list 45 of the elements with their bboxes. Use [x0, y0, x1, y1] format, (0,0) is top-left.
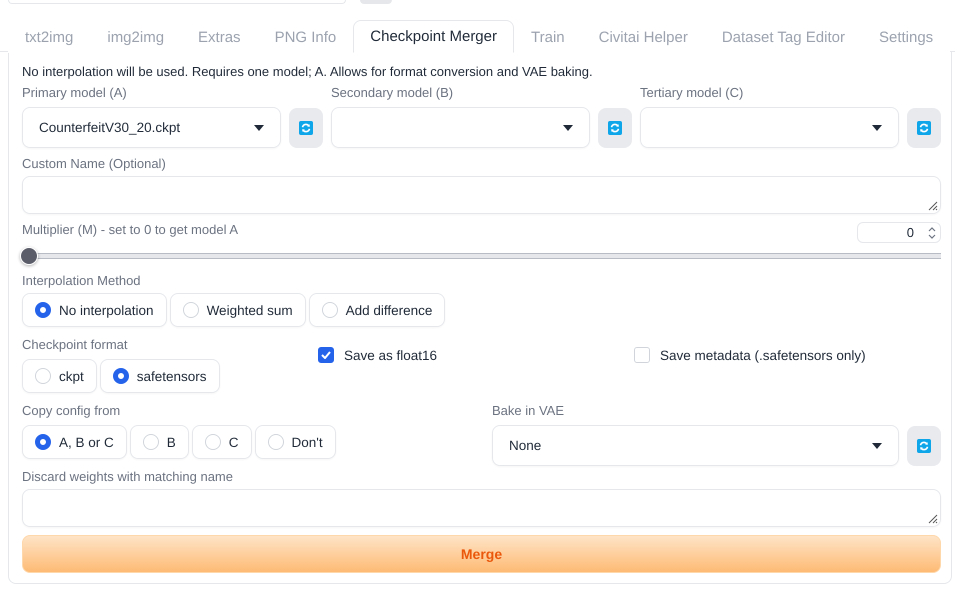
- dropdown-caret-icon: [254, 124, 264, 130]
- description-text: No interpolation will be used. Requires one model; A. Allows for format conversion and VAE baking.: [22, 64, 594, 79]
- field-label: Interpolation Method: [22, 272, 142, 290]
- refresh-icon: [917, 438, 931, 453]
- field-label: Custom Name (Optional): [22, 156, 167, 172]
- discard-weights-field[interactable]: [22, 489, 941, 527]
- field-label: Discard weights with matching name: [22, 469, 234, 486]
- field-label: Bake in VAE: [492, 403, 566, 420]
- checkbox-option[interactable]: Save metadata (.safetensors only): [634, 345, 941, 366]
- radio-option[interactable]: ckpt: [22, 359, 97, 394]
- radio-option[interactable]: Add difference: [308, 293, 446, 328]
- resize-grip-icon[interactable]: [926, 199, 938, 212]
- refresh-icon: [299, 120, 313, 134]
- resize-grip-icon[interactable]: [926, 512, 938, 524]
- field-label: Multiplier (M) - set to 0 to get model A: [22, 222, 238, 240]
- radio-option[interactable]: C: [192, 425, 252, 460]
- dropdown-caret-icon: [563, 124, 573, 130]
- refresh-icon: [608, 120, 622, 134]
- refresh-button[interactable]: [289, 108, 323, 148]
- checkmark-icon: [321, 351, 331, 360]
- slider-thumb[interactable]: [20, 247, 38, 266]
- refresh-button[interactable]: [598, 108, 632, 148]
- refresh-button[interactable]: [907, 108, 941, 148]
- radio-option[interactable]: Weighted sum: [170, 293, 306, 328]
- field-label: Primary model (A): [22, 85, 128, 102]
- model-dropdown[interactable]: CounterfeitV30_20.ckpt: [22, 107, 281, 148]
- number-field[interactable]: 0: [857, 222, 941, 244]
- vae-dropdown[interactable]: None: [492, 425, 899, 466]
- radio-option[interactable]: A, B or C: [22, 425, 127, 460]
- field-label: Secondary model (B): [331, 85, 454, 102]
- field-label: Checkpoint format: [22, 337, 128, 354]
- dropdown-caret-icon: [872, 124, 882, 130]
- radio-option[interactable]: B: [130, 425, 189, 460]
- refresh-button[interactable]: [907, 426, 941, 466]
- custom-name-field[interactable]: [22, 176, 941, 214]
- radio-option[interactable]: Don't: [254, 425, 336, 460]
- field-label: Copy config from: [22, 403, 122, 420]
- tab[interactable]: Checkpoint Merger: [353, 20, 514, 53]
- radio-option[interactable]: No interpolation: [22, 293, 167, 328]
- field-label: Tertiary model (C): [640, 85, 744, 102]
- refresh-icon: [917, 120, 931, 134]
- dropdown-caret-icon: [872, 442, 882, 449]
- radio-option[interactable]: safetensors: [100, 359, 220, 394]
- spinner-icon[interactable]: [928, 226, 936, 240]
- checkbox-option[interactable]: Save as float16: [318, 345, 634, 366]
